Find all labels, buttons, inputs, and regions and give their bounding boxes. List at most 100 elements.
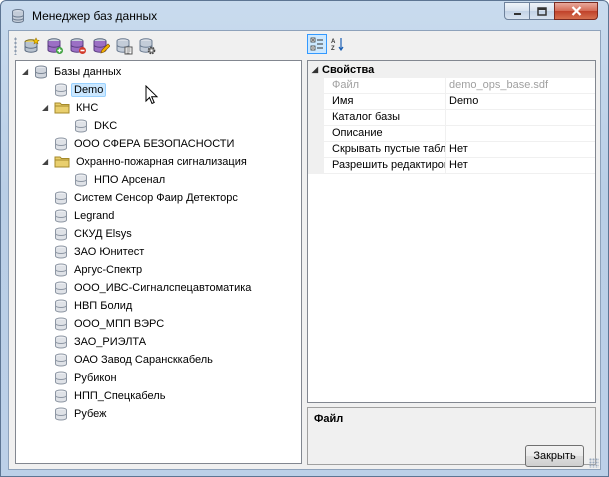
database-icon [55, 245, 67, 259]
database-icon [55, 227, 67, 241]
tree-database-node[interactable]: Demo [54, 81, 107, 99]
property-value[interactable]: Нет [446, 142, 595, 157]
category-label: Свойства [322, 63, 375, 76]
tree-folder-node[interactable]: ◢ Охранно-пожарная сигнализация [42, 153, 250, 171]
minimize-icon [513, 12, 521, 15]
collapse-arrow-icon[interactable]: ◢ [308, 65, 322, 74]
toolbar-grip[interactable] [14, 37, 17, 55]
database-icon [55, 371, 67, 385]
tree-database-node[interactable]: Систем Сенсор Фаир Детекторс [54, 189, 241, 207]
tree-database-node[interactable]: DKC [74, 117, 120, 135]
sort-alphabetical-icon: A Z [331, 38, 344, 51]
tree-database-node[interactable]: СКУД Elsys [54, 225, 135, 243]
property-row-margin [308, 158, 324, 173]
tree-node-label: СКУД Elsys [74, 228, 132, 240]
tree-node-label: ООО_МПП ВЭРС [74, 318, 165, 330]
edit-database-button[interactable] [90, 35, 112, 57]
database-toolbar [12, 34, 302, 58]
tree-database-node[interactable]: НПП_Спецкабель [54, 387, 168, 405]
property-value[interactable] [446, 110, 595, 125]
tree-node-label: Охранно-пожарная сигнализация [76, 156, 247, 168]
property-row[interactable]: Файл demo_ops_base.sdf [308, 78, 595, 94]
tree-database-node[interactable]: ООО СФЕРА БЕЗОПАСНОСТИ [54, 135, 237, 153]
edit-database-icon [93, 38, 110, 54]
database-tree[interactable]: ◢ Базы данных Demo ◢ КНС DKC ООО СФЕРА БЕЗОП… [15, 60, 302, 464]
tree-database-node[interactable]: Аргус-Спектр [54, 261, 145, 279]
tree-database-node[interactable]: ООО_ИВС-Сигналспецавтоматика [54, 279, 254, 297]
tree-node-label: Legrand [74, 210, 115, 222]
tree-node-label: КНС [76, 102, 99, 114]
database-settings-button[interactable] [136, 35, 158, 57]
tree-node-label: Demo [71, 83, 107, 97]
tree-node-label: НВП Болид [74, 300, 133, 312]
tree-database-node[interactable]: ООО_МПП ВЭРС [54, 315, 167, 333]
property-row-margin [308, 94, 324, 109]
add-database-button[interactable] [44, 35, 66, 57]
database-icon [55, 353, 67, 367]
property-row[interactable]: Каталог базы [308, 110, 595, 126]
property-value[interactable]: Нет [446, 158, 595, 173]
tree-root-label: Базы данных [54, 66, 122, 78]
tree-node-label: Рубикон [74, 372, 117, 384]
database-app-icon [12, 9, 24, 24]
tree-database-node[interactable]: НВП Болид [54, 297, 135, 315]
tree-node-label: НПП_Спецкабель [74, 390, 166, 402]
tree-folder-node[interactable]: ◢ КНС [42, 99, 101, 117]
database-icon [55, 317, 67, 331]
property-category[interactable]: ◢ Свойства [308, 61, 595, 78]
tree-database-node[interactable]: НПО Арсенал [74, 171, 168, 189]
close-window-button[interactable] [554, 2, 598, 20]
title-bar[interactable]: Менеджер баз данных [1, 1, 608, 30]
new-database-button[interactable] [21, 35, 43, 57]
tree-database-node[interactable]: ОАО Завод Сарансккабель [54, 351, 216, 369]
svg-text:A: A [331, 39, 336, 45]
property-row[interactable]: Разрешить редактиров Нет [308, 158, 595, 174]
database-icon [55, 281, 67, 295]
database-properties-button[interactable] [113, 35, 135, 57]
property-row[interactable]: Имя Demo [308, 94, 595, 110]
database-icon [55, 209, 67, 223]
property-name: Разрешить редактиров [324, 158, 446, 173]
property-value[interactable]: Demo [446, 94, 595, 109]
tree-node-label: Рубеж [74, 408, 107, 420]
tree-database-node[interactable]: Legrand [54, 207, 117, 225]
resize-grip[interactable] [589, 458, 599, 468]
window-title: Менеджер баз данных [32, 9, 158, 23]
property-row-margin [308, 126, 324, 141]
property-row[interactable]: Описание [308, 126, 595, 142]
add-database-icon [47, 38, 63, 54]
close-button[interactable]: Закрыть [525, 445, 584, 467]
property-row-margin [308, 142, 324, 157]
delete-database-button[interactable] [67, 35, 89, 57]
property-grid[interactable]: ◢ Свойства Файл demo_ops_base.sdf Имя Demo К… [307, 60, 596, 403]
database-icon [55, 335, 67, 349]
database-icon [35, 65, 47, 79]
collapse-arrow-icon[interactable]: ◢ [22, 67, 28, 76]
database-icon [55, 83, 67, 97]
tree-node-label: ОАО Завод Сарансккабель [74, 354, 213, 366]
tree-root[interactable]: ◢ Базы данных [22, 63, 124, 81]
property-name: Имя [324, 94, 446, 109]
maximize-button[interactable] [529, 2, 555, 20]
property-value: demo_ops_base.sdf [449, 79, 549, 91]
tree-node-label: ЗАО Юнитест [74, 246, 145, 258]
property-row-margin [308, 110, 324, 125]
property-grid-toolbar: A Z [307, 34, 349, 56]
alphabetical-view-button[interactable]: A Z [328, 34, 348, 54]
dialog-client-area: A Z ◢ Базы данных Demo ◢ КНС DKC ООО СФЕРА Б… [8, 30, 601, 470]
categorized-view-button[interactable] [307, 34, 327, 54]
collapse-arrow-icon[interactable]: ◢ [42, 103, 48, 112]
minimize-button[interactable] [504, 2, 530, 20]
tree-database-node[interactable]: ЗАО Юнитест [54, 243, 147, 261]
tree-database-node[interactable]: ЗАО_РИЭЛТА [54, 333, 149, 351]
property-value[interactable] [446, 126, 595, 141]
property-row[interactable]: Скрывать пустые табл Нет [308, 142, 595, 158]
collapse-arrow-icon[interactable]: ◢ [42, 157, 48, 166]
tree-node-label: DKC [94, 120, 118, 132]
database-icon [75, 119, 87, 133]
folder-icon [54, 156, 70, 168]
tree-node-label: Аргус-Спектр [74, 264, 143, 276]
tree-database-node[interactable]: Рубеж [54, 405, 110, 423]
tree-database-node[interactable]: Рубикон [54, 369, 120, 387]
database-icon [55, 263, 67, 277]
